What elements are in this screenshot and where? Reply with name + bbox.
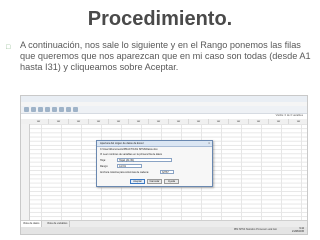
undo-icon[interactable]: [45, 107, 50, 112]
range-label: Rango:: [100, 165, 109, 168]
open-icon[interactable]: [24, 107, 29, 112]
read-names-checkbox-row[interactable]: ☑ Leer nombres de variables en la primer…: [100, 153, 162, 156]
max-width-input[interactable]: 32767: [160, 170, 174, 174]
max-width-label: Anchura máxima para columnas de cadena:: [100, 171, 149, 174]
sheet-label: Hoja:: [100, 159, 106, 162]
square-bullet-icon: □: [6, 44, 11, 51]
cancel-button[interactable]: Cancelar: [147, 179, 162, 184]
slide-paragraph: A continuación, nos sale lo siguiente y …: [20, 40, 311, 72]
taskbar-clock: 9:44 21/08/2015: [292, 227, 304, 234]
sheet-select[interactable]: Hoja1 [A1:I31]: [117, 158, 172, 162]
status-bar: IBM SPSS Statistics Processor está listo…: [21, 227, 307, 234]
view-tabs: Vista de datos Vista de variables: [21, 220, 307, 227]
print-icon[interactable]: [38, 107, 43, 112]
help-button[interactable]: Ayuda: [164, 179, 179, 184]
read-names-label: Leer nombres de variables en la primera …: [102, 153, 163, 156]
dialog-titlebar: Apertura del origen de datos de Excel ×: [97, 141, 212, 147]
spss-screenshot: Visible: 0 de 0 variables var var var va…: [20, 95, 308, 235]
range-input[interactable]: A1:I31: [117, 164, 142, 168]
toolbar: [21, 106, 307, 114]
slide-title: Procedimiento.: [87, 8, 233, 30]
close-icon[interactable]: ×: [208, 141, 210, 146]
checkbox-checked-icon[interactable]: ☑: [100, 153, 102, 156]
row-number-column: [21, 124, 30, 222]
find-icon[interactable]: [73, 107, 78, 112]
visible-variables-label: Visible: 0 de 0 variables: [275, 114, 303, 117]
variables-icon[interactable]: [66, 107, 71, 112]
save-icon[interactable]: [31, 107, 36, 112]
excel-open-dialog: Apertura del origen de datos de Excel × …: [96, 140, 213, 187]
clock-date: 21/08/2015: [292, 229, 304, 233]
goto-icon[interactable]: [59, 107, 64, 112]
dialog-title: Apertura del origen de datos de Excel: [100, 142, 144, 145]
status-text: IBM SPSS Statistics Processor está listo: [233, 228, 277, 231]
dialog-file-path: C:\Users\Documents\PRACTICAS SPSS\Datos.…: [100, 148, 158, 151]
ok-button[interactable]: Aceptar: [130, 179, 145, 184]
redo-icon[interactable]: [52, 107, 57, 112]
